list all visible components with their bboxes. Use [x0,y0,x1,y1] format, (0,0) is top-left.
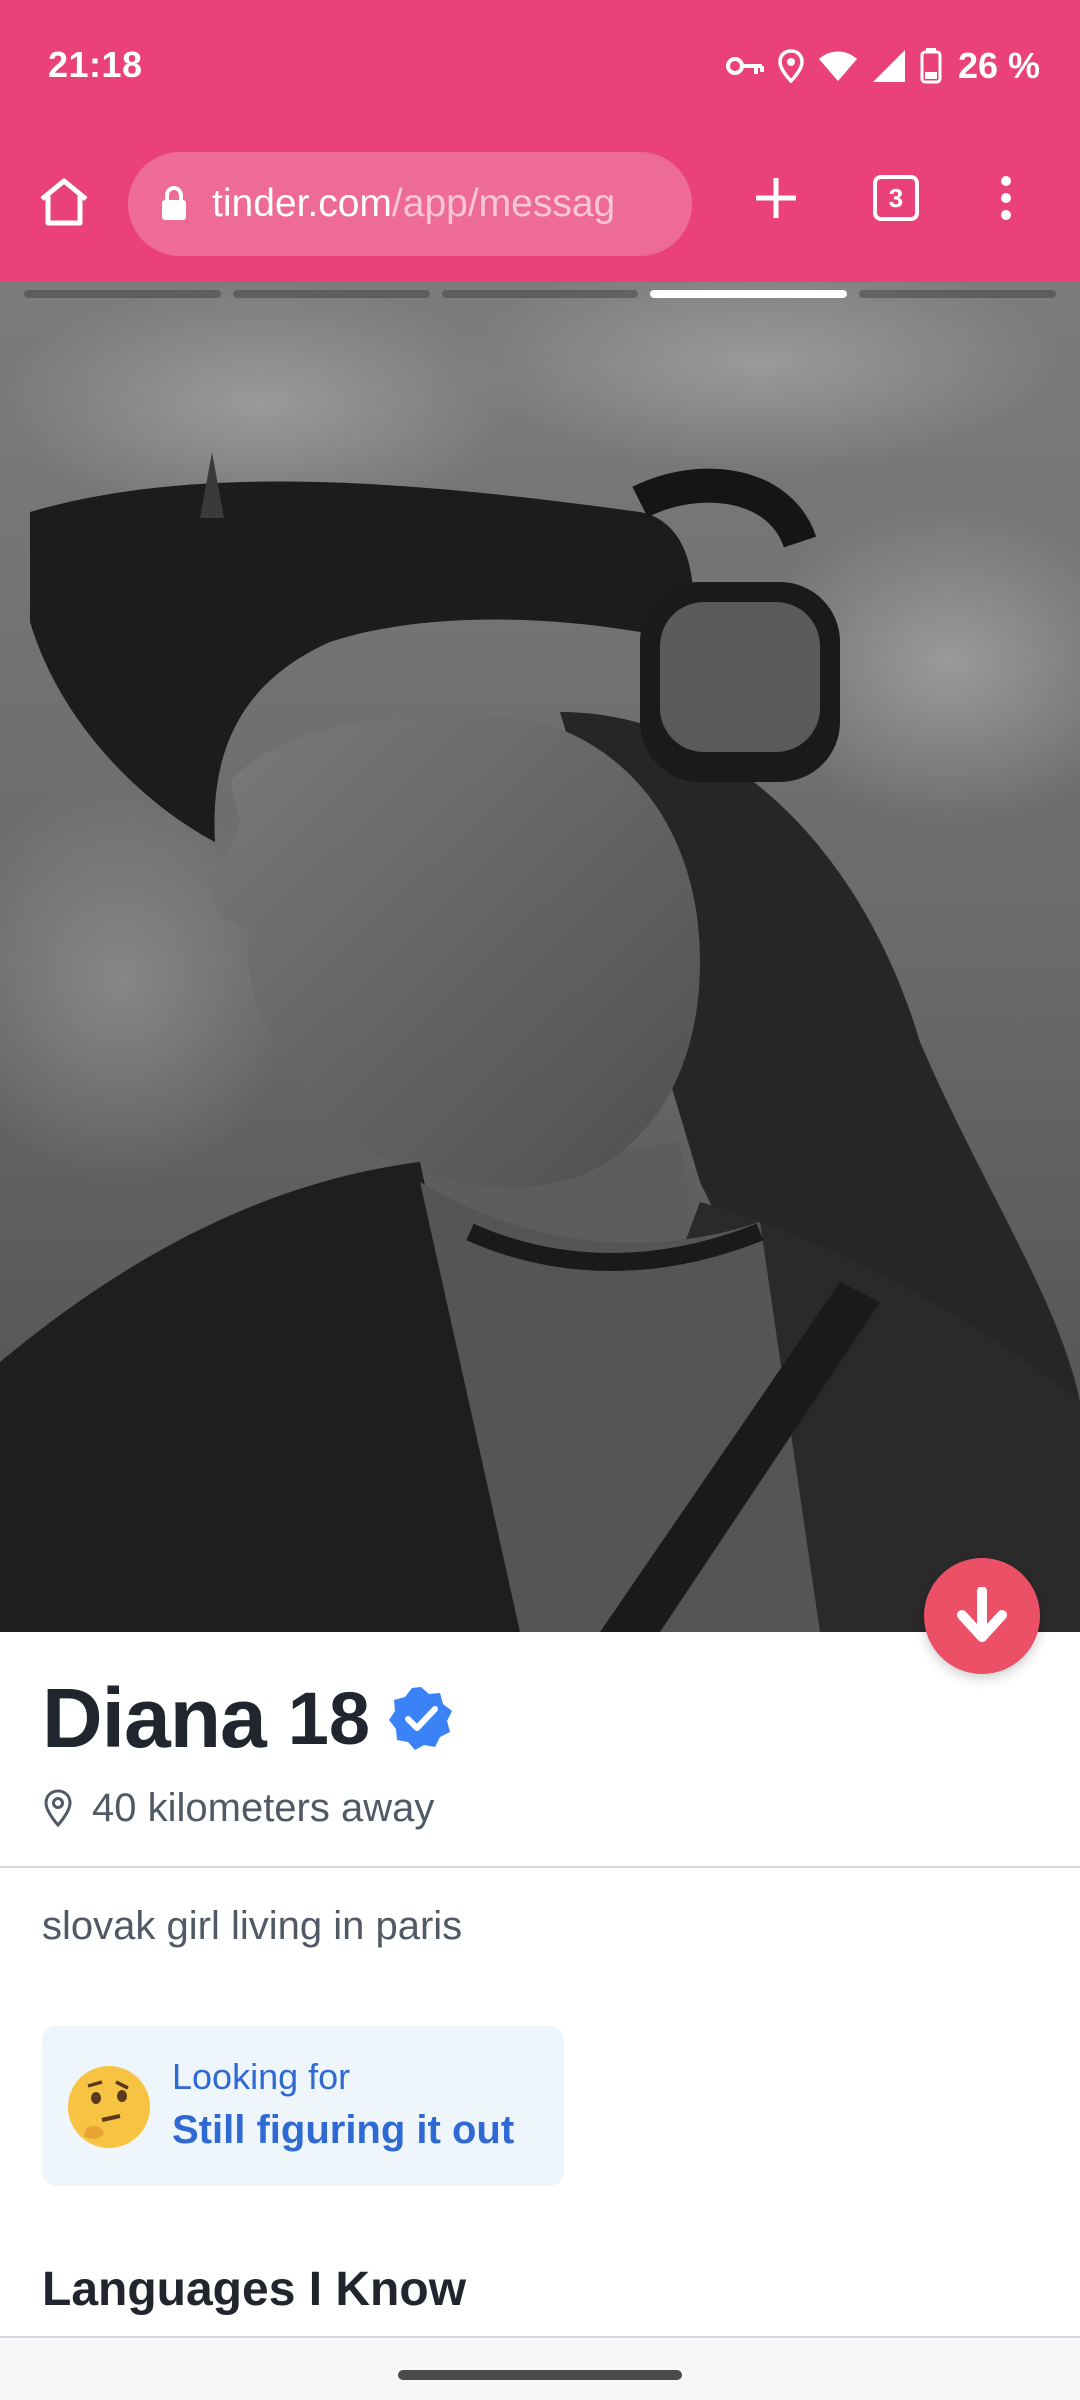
looking-for-value: Still figuring it out [172,2108,515,2152]
collapse-profile-button[interactable] [924,1558,1040,1674]
wifi-icon [818,51,857,81]
location-pin-icon [42,1788,74,1828]
new-tab-button[interactable] [740,162,812,234]
url-text: tinder.com/app/messag [212,182,615,226]
browser-toolbar: tinder.com/app/messag 3 [0,140,1080,270]
url-path: /app/messag [391,182,616,225]
progress-segment-active [650,290,848,298]
browser-menu-button[interactable] [970,162,1042,234]
tab-switcher-button[interactable]: 3 [860,162,932,234]
looking-for-card: Looking for Still figuring it out [42,2026,564,2186]
name-row: Diana 18 [42,1668,454,1768]
distance-text: 40 kilometers away [92,1785,435,1830]
photo-progress [24,290,1056,300]
divider [0,1866,1080,1868]
languages-heading: Languages I Know [42,2263,467,2316]
system-nav-bar [0,2336,1080,2400]
vpn-key-icon [725,57,764,75]
battery-icon [920,48,942,84]
progress-segment [859,290,1056,298]
tabs-icon: 3 [873,175,919,221]
progress-segment [441,290,639,298]
arrow-down-icon [957,1587,1007,1642]
home-icon [40,178,88,226]
status-time: 21:18 [48,44,143,85]
verified-badge-icon [388,1685,454,1751]
thinking-face-emoji [68,2066,150,2148]
url-bar[interactable]: tinder.com/app/messag [128,152,692,256]
tab-count: 3 [888,182,904,213]
bio-text: slovak girl living in paris [42,1904,463,1948]
home-button[interactable] [28,166,100,238]
signal-icon [872,50,905,82]
looking-for-label: Looking for [172,2056,351,2097]
browser-chrome: 21:18 26 % tinder.com/app/messag 3 [0,0,1080,282]
battery-percent: 26 % [957,45,1040,86]
lock-icon [160,186,188,222]
status-icons: 26 % [725,44,1040,88]
url-domain: tinder.com [212,182,392,225]
plus-icon [756,178,796,218]
gesture-handle[interactable] [398,2370,682,2380]
photo-image [0,282,1080,1632]
profile-age: 18 [287,1676,371,1760]
location-icon [778,49,804,83]
progress-segment [232,290,430,298]
more-vert-icon [1001,176,1011,220]
profile-name: Diana [42,1670,267,1765]
status-bar: 21:18 26 % [0,0,1080,132]
profile-photo[interactable] [0,282,1080,1632]
distance-row: 40 kilometers away [42,1780,434,1836]
progress-segment [24,290,221,298]
